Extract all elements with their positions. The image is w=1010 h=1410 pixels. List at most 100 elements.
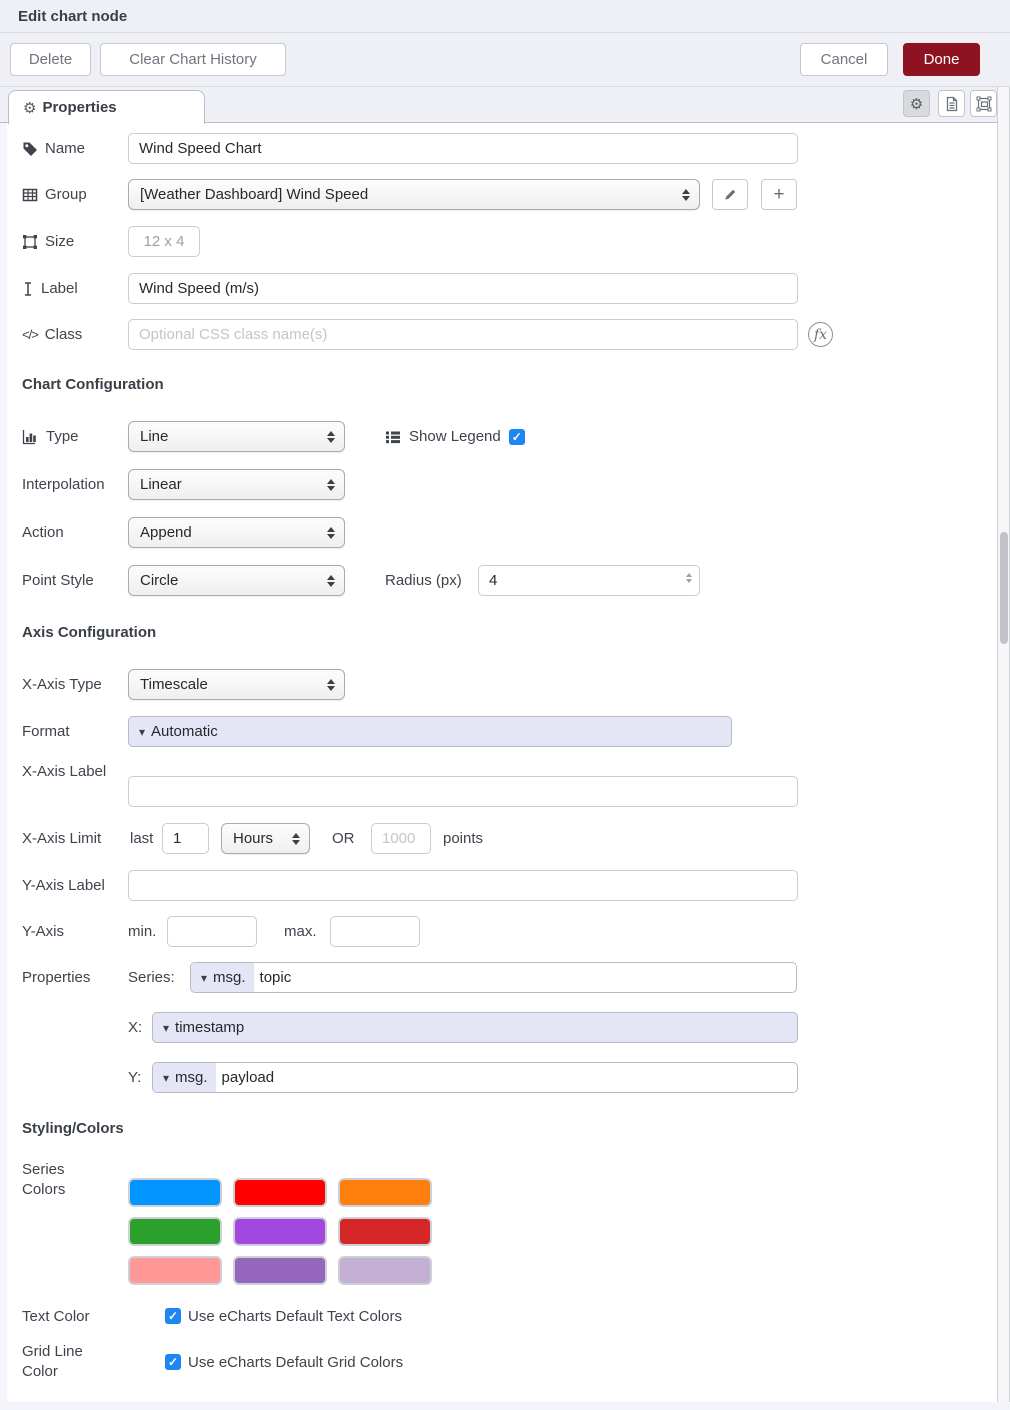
add-group-button[interactable]: + [761, 179, 797, 210]
number-spinner-icon[interactable] [686, 573, 692, 583]
type-select[interactable]: Line [128, 421, 345, 452]
group-select[interactable]: [Weather Dashboard] Wind Speed [128, 179, 700, 210]
check-icon: ✓ [512, 430, 522, 444]
action-select[interactable]: Append [128, 517, 345, 548]
y-axis-label-label: Y-Axis Label [22, 877, 105, 894]
series-color-swatch[interactable] [233, 1178, 327, 1207]
x-typed-input[interactable]: ▾ timestamp [152, 1012, 798, 1043]
show-legend-checkbox[interactable]: ✓ [509, 429, 525, 445]
properties-label: Properties [22, 969, 90, 986]
series-color-swatch[interactable] [338, 1178, 432, 1207]
select-arrows-icon [682, 189, 690, 201]
points-label: points [443, 830, 483, 847]
text-color-checkbox[interactable]: ✓ [165, 1308, 181, 1324]
format-label: Format [22, 723, 70, 740]
name-input[interactable] [128, 133, 798, 164]
table-icon [22, 187, 38, 203]
select-arrows-icon [292, 833, 300, 845]
text-color-label: Text Color [22, 1308, 90, 1325]
x-axis-type-select[interactable]: Timescale [128, 669, 345, 700]
appearance-view-button[interactable] [970, 90, 997, 117]
clear-chart-history-button[interactable]: Clear Chart History [100, 43, 286, 76]
y-max-input[interactable] [330, 916, 420, 947]
properties-view-button[interactable]: ⚙ [903, 90, 930, 117]
select-arrows-icon [327, 679, 335, 691]
select-arrows-icon [327, 479, 335, 491]
series-color-swatch[interactable] [128, 1256, 222, 1285]
pencil-icon [723, 187, 738, 202]
grid-color-checkbox[interactable]: ✓ [165, 1354, 181, 1370]
select-arrows-icon [327, 575, 335, 587]
series-colors-label: Series Colors [22, 1160, 92, 1200]
grid-line-color-label: Grid Line Color [22, 1342, 102, 1382]
x-property-label: X: [128, 1019, 142, 1036]
x-axis-label-label: X-Axis Label [22, 762, 122, 782]
series-color-swatch[interactable] [128, 1217, 222, 1246]
fx-icon: fx [808, 322, 833, 347]
class-input[interactable] [128, 319, 798, 350]
dialog-bottom-edge [0, 1402, 1010, 1410]
series-color-swatch[interactable] [233, 1217, 327, 1246]
scrollbar-thumb[interactable] [1000, 532, 1008, 644]
show-legend-label: Show Legend [409, 428, 501, 445]
series-type-label: msg. [213, 969, 246, 986]
tag-icon [22, 141, 38, 157]
y-typed-input[interactable]: ▾ msg. payload [152, 1062, 798, 1093]
tab-properties-label: Properties [42, 99, 116, 116]
interpolation-select[interactable]: Linear [128, 469, 345, 500]
limit-last-input[interactable] [162, 823, 209, 854]
y-axis-label: Y-Axis [22, 923, 64, 940]
series-color-swatch[interactable] [233, 1256, 327, 1285]
action-label: Action [22, 524, 64, 541]
point-style-select[interactable]: Circle [128, 565, 345, 596]
y-property-label: Y: [128, 1069, 141, 1086]
dialog-title: Edit chart node [18, 8, 127, 25]
max-label: max. [284, 923, 317, 940]
y-axis-label-input[interactable] [128, 870, 798, 901]
gear-icon: ⚙ [23, 99, 36, 117]
format-typed-input[interactable]: ▾ Automatic [128, 716, 732, 747]
label-label: Label [22, 280, 78, 297]
styling-colors-heading: Styling/Colors [22, 1120, 124, 1137]
point-style-label: Point Style [22, 572, 94, 589]
tab-properties[interactable]: ⚙ Properties [8, 90, 205, 124]
delete-button[interactable]: Delete [10, 43, 91, 76]
cancel-button[interactable]: Cancel [800, 43, 888, 76]
appearance-icon [976, 96, 992, 112]
description-view-button[interactable] [938, 90, 965, 117]
class-label: </> Class [22, 326, 82, 343]
document-icon [944, 96, 960, 112]
text-cursor-icon [22, 281, 34, 297]
x-axis-limit-label: X-Axis Limit [22, 830, 101, 847]
text-color-checkbox-label: Use eCharts Default Text Colors [188, 1308, 402, 1325]
dialog-left-edge [0, 123, 7, 1410]
caret-down-icon: ▾ [163, 1021, 169, 1035]
check-icon: ✓ [168, 1355, 178, 1369]
name-label: Name [22, 140, 85, 157]
x-axis-type-label: X-Axis Type [22, 676, 102, 693]
size-button[interactable]: 12 x 4 [128, 226, 200, 257]
object-group-icon [22, 234, 38, 250]
group-label: Group [22, 186, 87, 203]
last-label: last [130, 830, 153, 847]
y-min-input[interactable] [167, 916, 257, 947]
axis-configuration-heading: Axis Configuration [22, 624, 156, 641]
series-color-swatch[interactable] [338, 1256, 432, 1285]
chart-configuration-heading: Chart Configuration [22, 376, 164, 393]
dialog-header: Edit chart node [0, 0, 1010, 33]
tab-bar: ⚙ Properties ⚙ [0, 87, 997, 123]
done-button[interactable]: Done [903, 43, 980, 76]
caret-down-icon: ▾ [201, 971, 207, 985]
check-icon: ✓ [168, 1309, 178, 1323]
x-axis-label-input[interactable] [128, 776, 798, 807]
series-typed-input[interactable]: ▾ msg. topic [190, 962, 797, 993]
edit-group-button[interactable] [712, 179, 748, 210]
vertical-scrollbar[interactable] [997, 87, 1010, 1410]
series-color-swatch[interactable] [128, 1178, 222, 1207]
radius-input[interactable] [478, 565, 700, 596]
label-input[interactable] [128, 273, 798, 304]
limit-unit-select[interactable]: Hours [221, 823, 310, 854]
dialog-toolbar: Delete Clear Chart History Cancel Done [0, 33, 1010, 87]
series-color-swatch[interactable] [338, 1217, 432, 1246]
limit-points-input[interactable] [371, 823, 431, 854]
